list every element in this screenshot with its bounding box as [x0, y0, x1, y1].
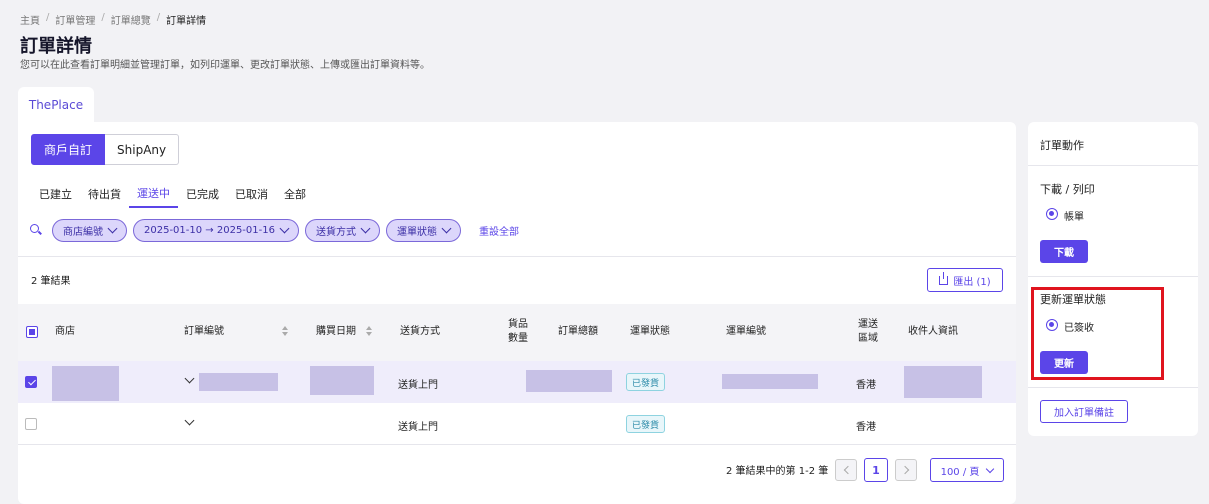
header-shipping-method: 送貨方式 [400, 326, 440, 337]
header-recipient: 收件人資訊 [908, 326, 958, 337]
region: 香港 [856, 422, 876, 433]
pagination-summary: 2 筆結果中的第 1-2 筆 [726, 466, 829, 477]
chevron-right-icon [900, 465, 909, 475]
reset-filters-link[interactable]: 重設全部 [479, 223, 519, 238]
header-waybill-no: 運單編號 [726, 326, 766, 337]
order-actions-panel: 訂單動作 下載 / 列印 帳單 下載 更新運單狀態 已簽收 更新 加入訂單備註 [1028, 122, 1198, 436]
chevron-down-icon [279, 223, 290, 233]
status-badge: 已發貨 [626, 373, 666, 391]
page-title: 訂單詳情 [20, 36, 92, 57]
download-button[interactable]: 下載 [1040, 240, 1088, 263]
tab-pending-shipment[interactable]: 待出貨 [80, 180, 129, 208]
row-checkbox[interactable] [25, 376, 37, 388]
breadcrumb: 主頁 / 訂單管理 / 訂單總覽 / 訂單詳情 [20, 12, 206, 27]
header-quantity: 貨品 數量 [508, 319, 528, 344]
per-page-select[interactable]: 100 / 頁 [930, 458, 1004, 482]
region: 香港 [856, 380, 876, 391]
filter-bar: 商店編號 2025-01-10 → 2025-01-16 送貨方式 運單狀態 重… [30, 218, 519, 242]
breadcrumb-separator: / [101, 12, 105, 23]
table-row[interactable]: 送貨上門 已發貨 香港 [18, 361, 1016, 403]
highlight-box [1031, 287, 1164, 380]
shipping-method: 送貨上門 [398, 380, 438, 391]
expand-row-icon[interactable] [184, 373, 195, 384]
header-region: 運送 區域 [858, 319, 878, 344]
source-segmented-control: 商戶自訂 ShipAny [31, 134, 180, 165]
breadcrumb-separator: / [46, 12, 50, 23]
export-button[interactable]: 匯出 (1) [927, 268, 1003, 292]
orders-card: 商戶自訂 ShipAny 已建立 待出貨 運送中 已完成 已取消 全部 商店編號… [18, 122, 1016, 504]
download-icon [939, 271, 949, 285]
panel-title: 訂單動作 [1040, 139, 1084, 152]
expand-row-icon[interactable] [184, 415, 195, 426]
sort-icon[interactable] [282, 326, 288, 336]
order-no-redacted [199, 373, 278, 391]
filter-chip-waybill-status[interactable]: 運單狀態 [385, 218, 461, 242]
page-number-button[interactable]: 1 [864, 458, 888, 482]
breadcrumb-home[interactable]: 主頁 [20, 12, 40, 27]
recipient-redacted [904, 366, 982, 398]
tab-all[interactable]: 全部 [276, 180, 314, 208]
header-total: 訂單總額 [558, 326, 598, 337]
select-all-checkbox[interactable] [26, 326, 38, 338]
table-row[interactable]: 送貨上門 已發貨 香港 [18, 403, 1016, 445]
breadcrumb-separator: / [156, 12, 161, 23]
radio-invoice-label: 帳單 [1064, 212, 1084, 223]
sort-icon[interactable] [366, 326, 372, 336]
purchase-date-redacted [310, 366, 374, 395]
total-redacted [526, 370, 612, 392]
divider [1028, 387, 1198, 388]
segment-merchant[interactable]: 商戶自訂 [31, 134, 106, 165]
header-order-no[interactable]: 訂單編號 [184, 325, 288, 339]
divider [1028, 165, 1198, 166]
chevron-left-icon [843, 465, 852, 475]
add-order-note-button[interactable]: 加入訂單備註 [1040, 400, 1128, 423]
tab-cancelled[interactable]: 已取消 [227, 180, 276, 208]
filter-chip-shipping[interactable]: 送貨方式 [304, 218, 380, 242]
row-checkbox[interactable] [25, 418, 37, 430]
tab-in-transit[interactable]: 運送中 [129, 180, 178, 208]
status-badge: 已發貨 [626, 415, 666, 433]
next-page-button[interactable] [895, 459, 917, 481]
page-subtitle: 您可以在此查看訂單明細並管理訂單，如列印運單、更改訂單狀態、上傳或匯出訂單資料等… [20, 60, 430, 71]
tab-created[interactable]: 已建立 [31, 180, 80, 208]
chevron-down-icon [360, 223, 371, 233]
tab-completed[interactable]: 已完成 [178, 180, 227, 208]
breadcrumb-order-management[interactable]: 訂單管理 [55, 12, 95, 27]
segment-shipany[interactable]: ShipAny [105, 134, 180, 165]
header-purchase-date[interactable]: 購買日期 [316, 325, 372, 339]
header-waybill-status: 運單狀態 [630, 326, 670, 337]
radio-invoice[interactable] [1046, 208, 1058, 220]
chevron-down-icon [986, 464, 995, 473]
filter-chip-store[interactable]: 商店編號 [52, 218, 127, 242]
chevron-down-icon [107, 223, 118, 233]
store-redacted [52, 366, 119, 401]
search-icon[interactable] [30, 224, 42, 236]
header-store: 商店 [55, 326, 75, 337]
divider [1028, 276, 1198, 277]
chevron-down-icon [441, 223, 452, 233]
filter-chip-date[interactable]: 2025-01-10 → 2025-01-16 [133, 218, 299, 242]
breadcrumb-order-overview[interactable]: 訂單總覽 [111, 12, 151, 27]
store-tab[interactable]: ThePlace [18, 87, 94, 123]
download-section-heading: 下載 / 列印 [1040, 183, 1095, 196]
shipping-method: 送貨上門 [398, 422, 438, 433]
prev-page-button[interactable] [835, 459, 857, 481]
waybill-no-redacted [722, 374, 818, 389]
results-count: 2 筆結果 [31, 276, 71, 287]
table-header: 商店 訂單編號 購買日期 送貨方式 貨品 數量 訂單總額 運單狀態 運單編號 運送… [18, 304, 1016, 361]
divider [18, 256, 1016, 257]
breadcrumb-current: 訂單詳情 [166, 16, 207, 27]
status-tabs: 已建立 待出貨 運送中 已完成 已取消 全部 [31, 180, 314, 208]
